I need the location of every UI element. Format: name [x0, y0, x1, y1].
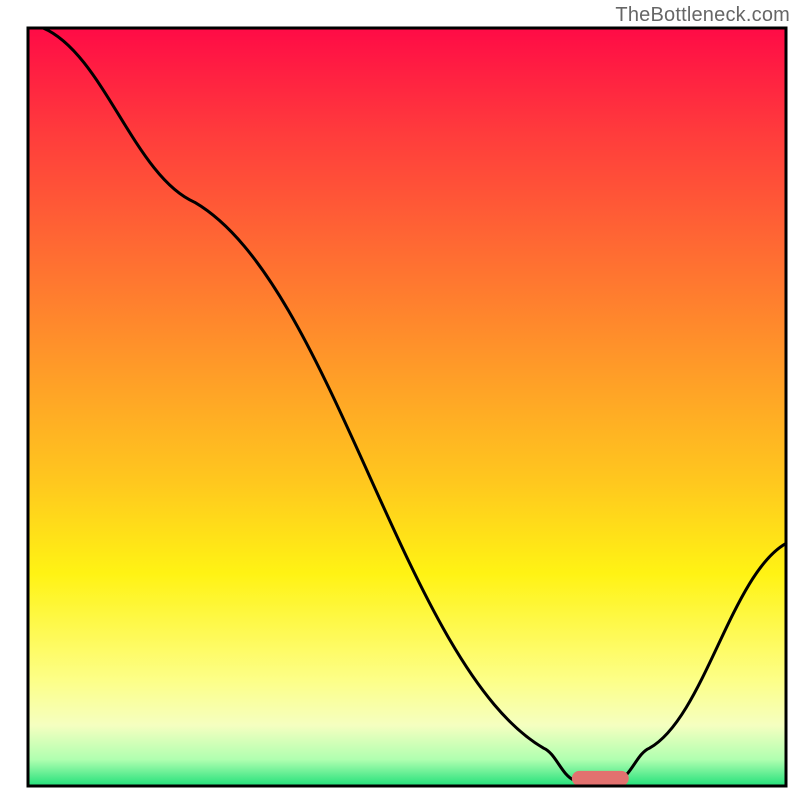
watermark-text: TheBottleneck.com — [615, 4, 790, 27]
bottleneck-chart — [0, 0, 800, 800]
gradient-background — [28, 28, 786, 786]
chart-container: { "watermark": "TheBottleneck.com", "cha… — [0, 0, 800, 800]
optimum-marker — [572, 771, 629, 786]
plot-area — [28, 28, 786, 786]
